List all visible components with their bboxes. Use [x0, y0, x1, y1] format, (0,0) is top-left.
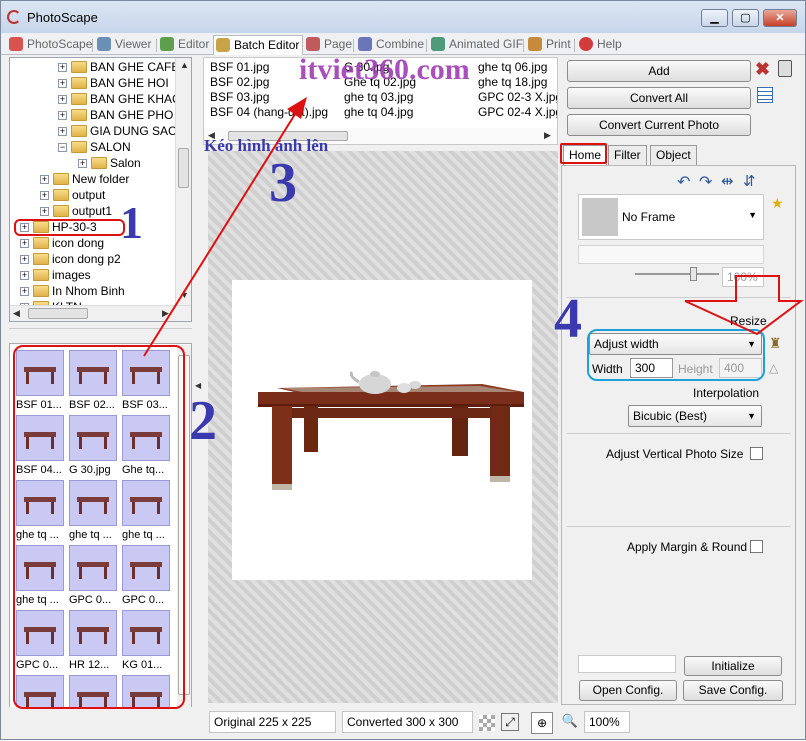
resize-pointer-arrow: [684, 275, 804, 336]
drag-arrow-head: [287, 97, 307, 119]
drag-arrow: [143, 110, 298, 357]
annotation-arrows: [143, 97, 804, 357]
main-window: PhotoScape ▁ ▢ ✕ PhotoScape Viewer Edito…: [0, 0, 806, 740]
